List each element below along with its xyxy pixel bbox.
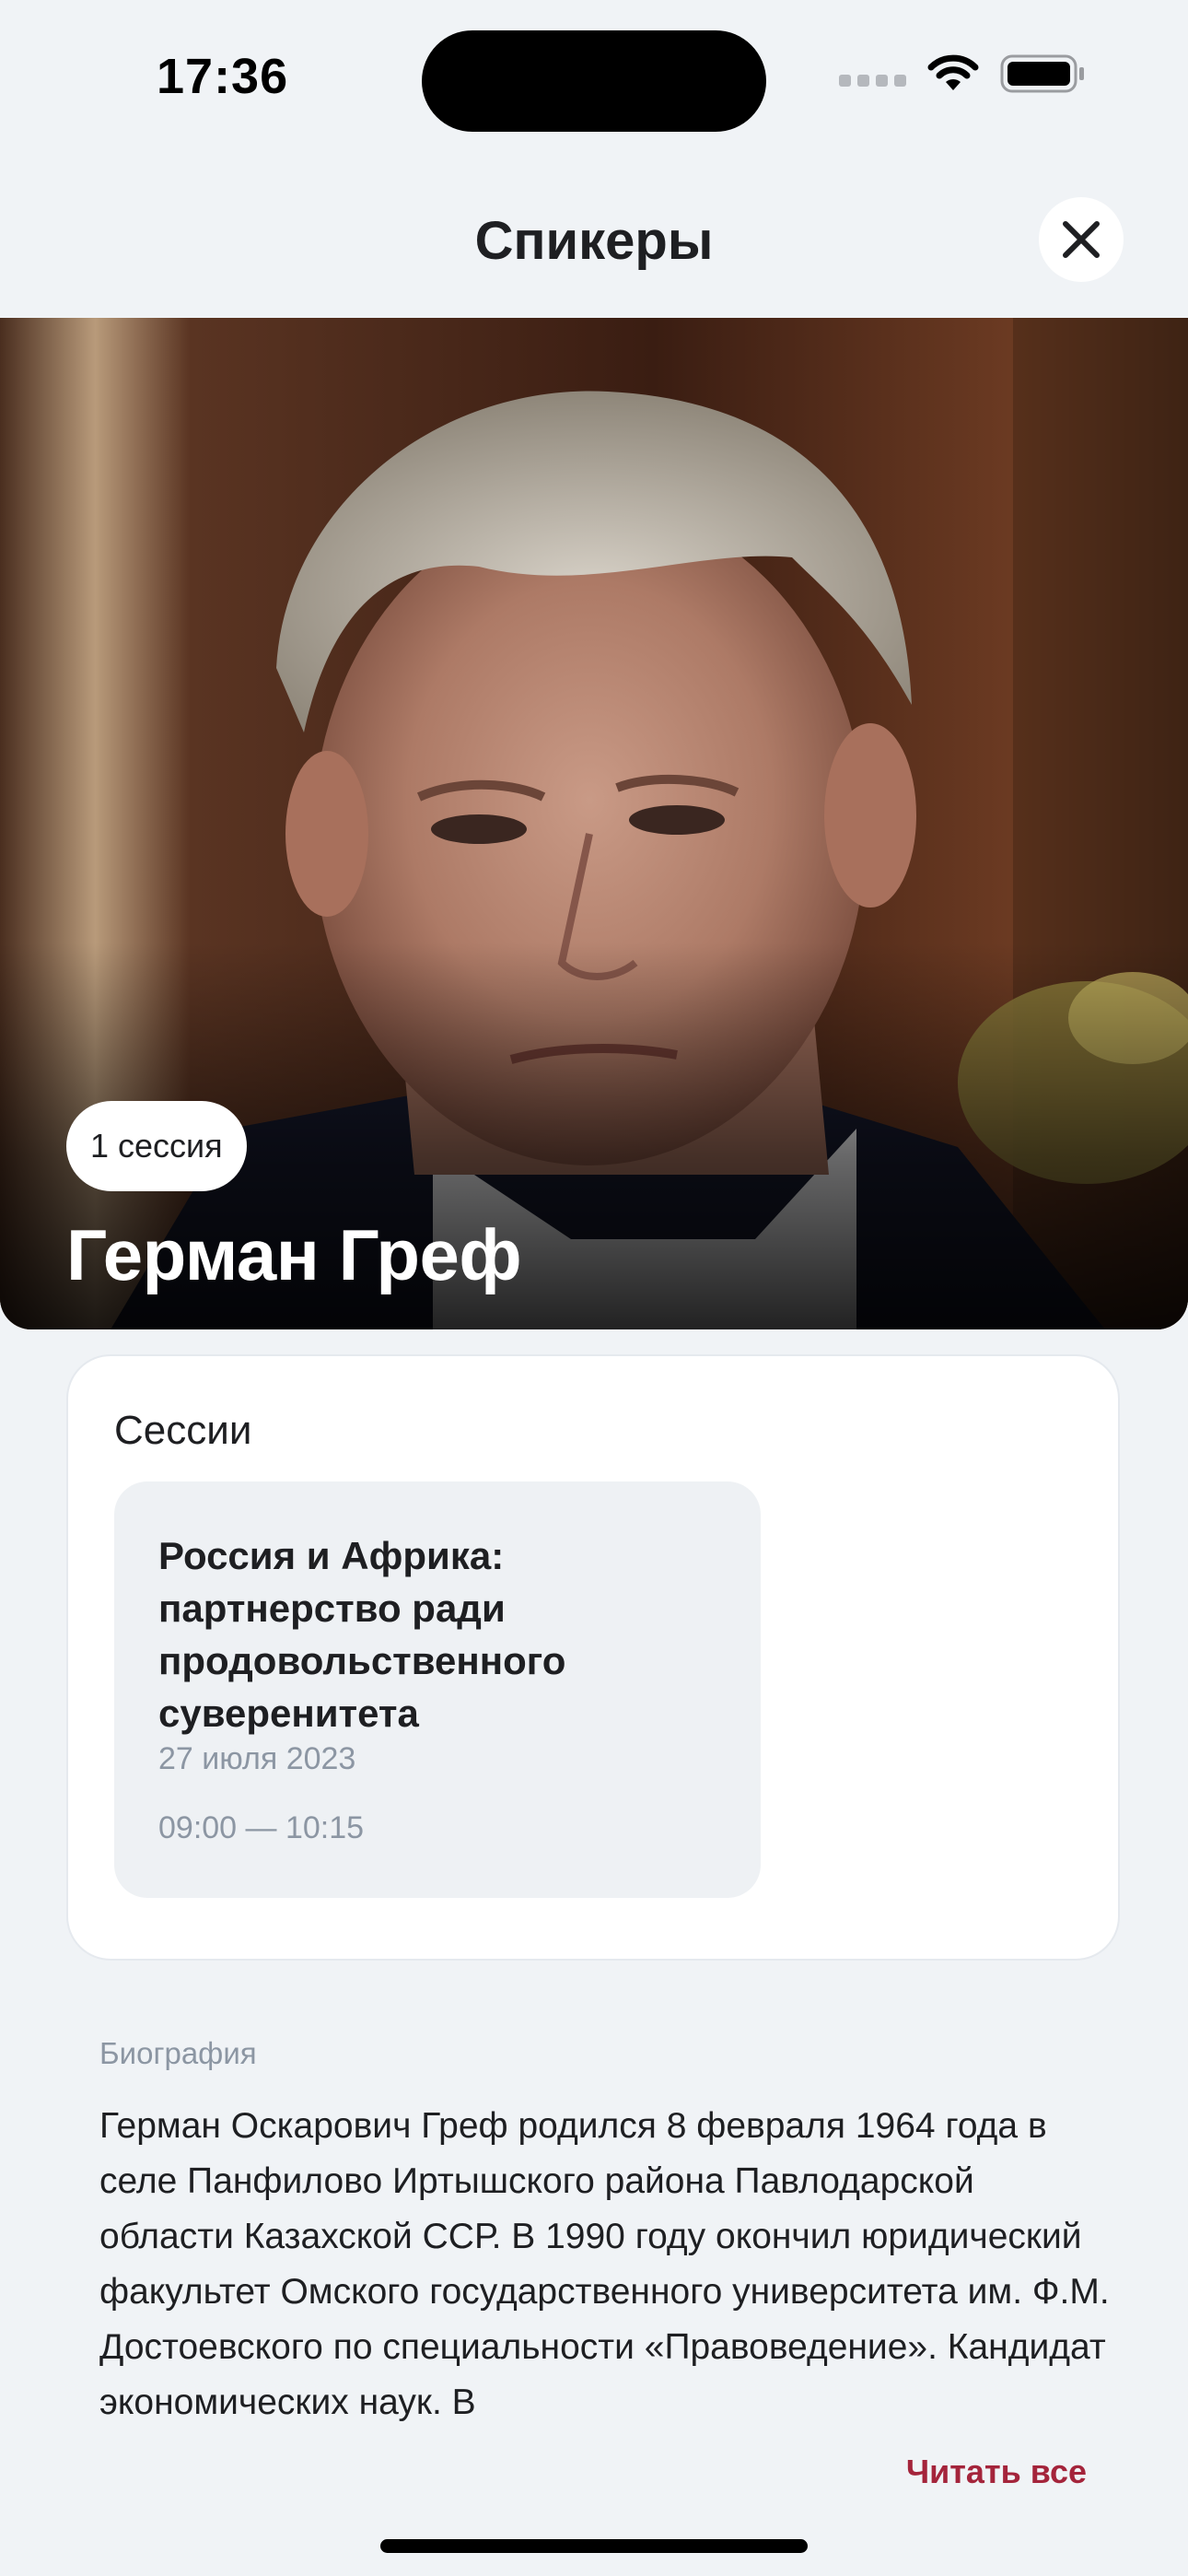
page-title: Спикеры (474, 211, 714, 271)
dynamic-island (422, 30, 766, 132)
speaker-hero: 1 сессия Герман Греф (0, 318, 1188, 1329)
session-date: 27 июля 2023 (158, 1741, 356, 1776)
header: Спикеры (0, 184, 1188, 299)
close-button[interactable] (1039, 197, 1124, 282)
speaker-name: Герман Греф (66, 1214, 522, 1295)
sessions-card: Сессии Россия и Африка: партнерство ради… (66, 1354, 1120, 1961)
status-icons (839, 53, 1087, 94)
sessions-count-badge: 1 сессия (66, 1101, 247, 1191)
session-item[interactable]: Россия и Африка: партнерство ради продов… (114, 1481, 761, 1898)
read-all-link[interactable]: Читать все (906, 2453, 1087, 2491)
status-time: 17:36 (157, 49, 289, 104)
session-time: 09:00 — 10:15 (158, 1810, 365, 1845)
sessions-title: Сессии (114, 1408, 252, 1453)
status-bar: 17:36 (0, 0, 1188, 157)
biography-label: Биография (99, 2036, 257, 2070)
close-icon (1063, 221, 1100, 258)
biography-text: Герман Оскарович Греф родился 8 февраля … (99, 2106, 1110, 2422)
home-indicator[interactable] (380, 2539, 808, 2553)
session-title: Россия и Африка: партнерство ради продов… (158, 1534, 566, 1735)
cellular-signal-icon (839, 74, 906, 87)
battery-icon (1000, 54, 1084, 93)
wifi-icon (927, 54, 979, 90)
